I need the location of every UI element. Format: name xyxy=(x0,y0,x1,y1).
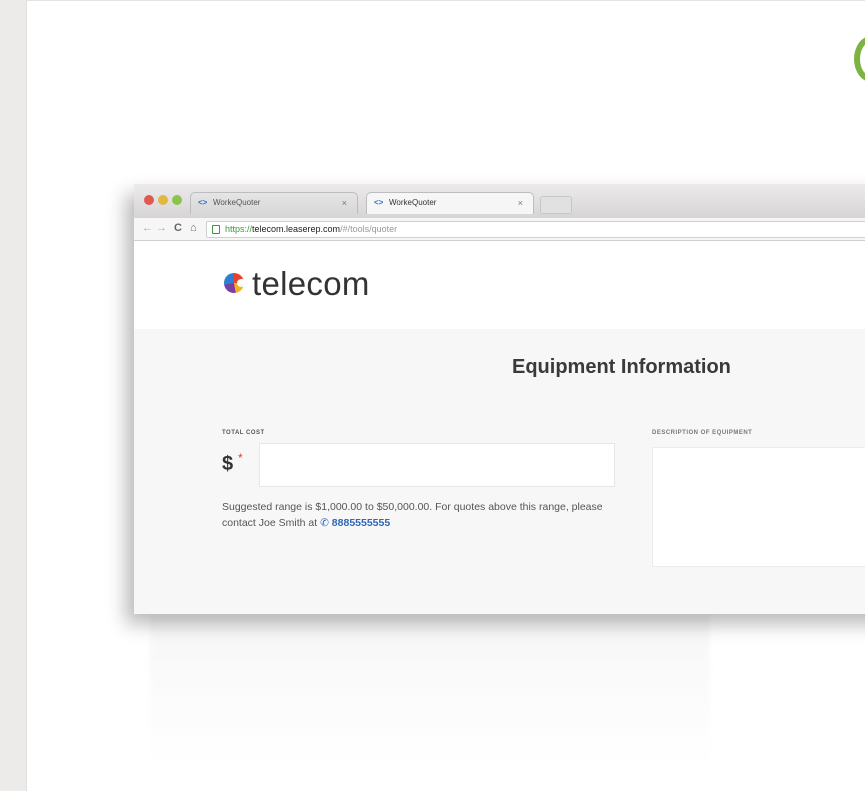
tab-title: WorkeQuoter xyxy=(213,198,261,207)
tab-close-icon[interactable]: × xyxy=(342,198,347,208)
description-label: DESCRIPTION OF EQUIPMENT xyxy=(652,430,753,436)
url-host: telecom.leaserep.com xyxy=(252,224,341,234)
brand-name: telecom xyxy=(252,265,370,302)
form-section: Equipment Information TOTAL COST $ * DES… xyxy=(134,329,865,614)
window-reflection xyxy=(150,615,710,765)
url-scheme: https:// xyxy=(225,224,253,234)
back-arrow-icon[interactable]: ← xyxy=(142,222,153,234)
web-page: telecom Equipment Information TOTAL COST… xyxy=(134,241,865,614)
close-window-icon[interactable] xyxy=(144,195,154,205)
green-ring-icon xyxy=(854,36,865,82)
hint-message: Suggested range is $1,000.00 to $50,000.… xyxy=(222,501,603,529)
currency-symbol: $ xyxy=(222,453,234,475)
phone-link[interactable]: 8885555555 xyxy=(332,517,390,529)
phone-icon: ✆ xyxy=(320,517,329,529)
reload-icon[interactable]: C xyxy=(174,222,182,234)
tab-close-icon[interactable]: × xyxy=(518,198,523,208)
left-margin-strip xyxy=(0,0,27,791)
forward-arrow-icon[interactable]: → xyxy=(156,222,167,234)
description-input[interactable] xyxy=(652,447,865,567)
total-cost-input[interactable] xyxy=(259,443,615,487)
browser-titlebar: <> WorkeQuoter × <> WorkeQuoter × xyxy=(134,184,865,218)
lock-icon xyxy=(212,225,220,234)
address-bar[interactable]: https://telecom.leaserep.com/#/tools/quo… xyxy=(206,221,865,238)
total-cost-label: TOTAL COST xyxy=(222,430,265,436)
top-divider xyxy=(26,0,865,1)
browser-tab-2[interactable]: <> WorkeQuoter × xyxy=(366,192,534,214)
minimize-window-icon[interactable] xyxy=(158,195,168,205)
new-tab-button[interactable] xyxy=(540,196,572,214)
url-path: /#/tools/quoter xyxy=(340,224,398,234)
maximize-window-icon[interactable] xyxy=(172,195,182,205)
cost-hint-text: Suggested range is $1,000.00 to $50,000.… xyxy=(222,499,622,531)
browser-toolbar: ← → C ⌂ https://telecom.leaserep.com/#/t… xyxy=(134,218,865,241)
site-header: telecom xyxy=(134,241,865,329)
browser-window: <> WorkeQuoter × <> WorkeQuoter × ← → C … xyxy=(134,184,865,614)
telecom-logo-icon xyxy=(224,273,246,293)
code-icon: <> xyxy=(198,198,208,207)
browser-tab-1[interactable]: <> WorkeQuoter × xyxy=(190,192,358,214)
required-marker: * xyxy=(238,451,243,465)
code-icon: <> xyxy=(374,198,384,207)
tab-title: WorkeQuoter xyxy=(389,198,437,207)
home-icon[interactable]: ⌂ xyxy=(190,222,197,234)
page-title: Equipment Information xyxy=(512,356,731,378)
